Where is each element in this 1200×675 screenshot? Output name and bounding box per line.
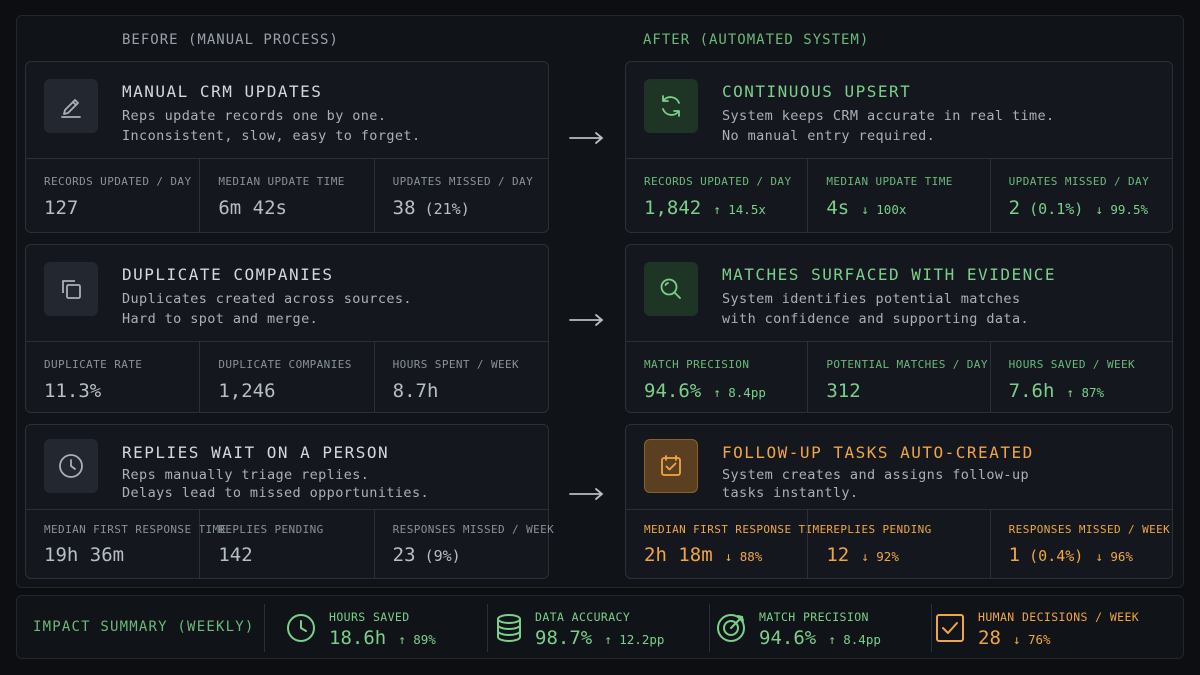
metric-median-update-time: MEDIAN UPDATE TIME 4s ↓ 100x: [807, 159, 989, 232]
metric-median-first-response: MEDIAN FIRST RESPONSE TIME 19h 36m: [44, 523, 227, 566]
after-card-continuous-upsert: CONTINUOUS UPSERT System keeps CRM accur…: [625, 61, 1173, 233]
delta-badge: ↑ 12.2pp: [604, 632, 665, 647]
arrow-right-icon: [569, 488, 604, 500]
task-check-icon: [644, 439, 698, 493]
metric-replies-pending: REPLIES PENDING 12 ↓ 92%: [807, 510, 989, 578]
delta-badge: ↑ 89%: [398, 632, 436, 647]
summary-match-precision: MATCH PRECISION 94.6% ↑ 8.4pp: [715, 596, 925, 660]
before-card-crm-updates: MANUAL CRM UPDATES Reps update records o…: [25, 61, 549, 233]
before-card-replies: REPLIES WAIT ON A PERSON Reps manually t…: [25, 424, 554, 579]
metric-records-updated: RECORDS UPDATED / DAY 1,842 ↑ 14.5x: [644, 175, 792, 219]
card-description: System identifies potential matches with…: [722, 291, 1029, 327]
card-title: MANUAL CRM UPDATES: [122, 82, 323, 101]
metric-median-update-time: MEDIAN UPDATE TIME 6m 42s: [199, 159, 373, 232]
clock-icon: [287, 614, 315, 642]
sync-icon: [644, 79, 698, 133]
after-card-follow-up-tasks: FOLLOW-UP TASKS AUTO-CREATED System crea…: [625, 424, 1173, 579]
duplicate-icon: [44, 262, 98, 316]
target-icon: [717, 614, 745, 642]
arrow-right-icon: [569, 314, 604, 326]
delta-badge: ↑ 8.4pp: [828, 632, 881, 647]
metric-updates-missed: UPDATES MISSED / DAY 38 (21%): [373, 159, 548, 232]
metric-median-first-response: MEDIAN FIRST RESPONSE TIME 2h 18m ↓ 88%: [644, 523, 827, 566]
checkbox-icon: [936, 614, 964, 642]
impact-summary-bar: IMPACT SUMMARY (WEEKLY) HOURS SAVED 18.6…: [16, 595, 1184, 659]
before-column-header: BEFORE (MANUAL PROCESS): [122, 32, 339, 48]
card-title: CONTINUOUS UPSERT: [722, 82, 912, 101]
clock-icon: [44, 439, 98, 493]
metric-match-precision: MATCH PRECISION 94.6% ↑ 8.4pp: [644, 358, 766, 402]
summary-data-accuracy: DATA ACCURACY 98.7% ↑ 12.2pp: [493, 596, 703, 660]
delta-badge: ↓ 96%: [1095, 549, 1133, 564]
card-title: REPLIES WAIT ON A PERSON: [122, 443, 390, 462]
database-icon: [497, 614, 521, 643]
pencil-icon: [44, 79, 98, 133]
metric-replies-pending: REPLIES PENDING 142: [199, 510, 373, 578]
metric-hours-saved: HOURS SAVED / WEEK 7.6h ↑ 87%: [989, 342, 1172, 412]
before-card-duplicates: DUPLICATE COMPANIES Duplicates created a…: [25, 244, 549, 413]
after-card-matches: MATCHES SURFACED WITH EVIDENCE System id…: [625, 244, 1173, 413]
delta-badge: ↓ 100x: [861, 202, 907, 217]
arrow-right-icon: [569, 132, 604, 144]
card-description: System creates and assigns follow-up tas…: [722, 467, 1029, 501]
summary-hours-saved: HOURS SAVED 18.6h ↑ 89%: [285, 596, 485, 660]
delta-badge: ↑ 8.4pp: [713, 385, 766, 400]
metric-duplicate-rate: DUPLICATE RATE 11.3%: [44, 358, 143, 402]
delta-badge: ↑ 87%: [1066, 385, 1105, 400]
metric-potential-matches: POTENTIAL MATCHES / DAY 312: [807, 342, 989, 412]
card-title: FOLLOW-UP TASKS AUTO-CREATED: [722, 443, 1034, 462]
delta-badge: ↓ 88%: [724, 549, 763, 564]
summary-human-decisions: HUMAN DECISIONS / WEEK 28 ↓ 76%: [934, 596, 1174, 660]
magnifier-icon: [644, 262, 698, 316]
after-column-header: AFTER (AUTOMATED SYSTEM): [643, 32, 870, 48]
card-description: System keeps CRM accurate in real time. …: [722, 108, 1055, 144]
delta-badge: ↓ 99.5%: [1095, 202, 1149, 217]
delta-badge: ↓ 92%: [861, 549, 899, 564]
metric-responses-missed: RESPONSES MISSED / WEEK 1 (0.4%) ↓ 96%: [989, 510, 1172, 578]
card-title: DUPLICATE COMPANIES: [122, 265, 334, 284]
card-description: Duplicates created across sources. Hard …: [122, 291, 412, 327]
metric-responses-missed: RESPONSES MISSED / WEEK 23 (9%): [373, 510, 554, 578]
card-title: MATCHES SURFACED WITH EVIDENCE: [722, 265, 1056, 284]
delta-badge: ↑ 14.5x: [713, 202, 766, 217]
card-description: Reps update records one by one. Inconsis…: [122, 108, 421, 144]
metric-hours-spent: HOURS SPENT / WEEK 8.7h: [373, 342, 548, 412]
metric-records-updated: RECORDS UPDATED / DAY 127: [44, 175, 192, 219]
card-description: Reps manually triage replies. Delays lea…: [122, 467, 429, 501]
metric-duplicate-companies: DUPLICATE COMPANIES 1,246: [199, 342, 373, 412]
metric-updates-missed: UPDATES MISSED / DAY 2 (0.1%) ↓ 99.5%: [989, 159, 1172, 232]
summary-title: IMPACT SUMMARY (WEEKLY): [33, 619, 255, 635]
delta-badge: ↓ 76%: [1012, 632, 1051, 647]
